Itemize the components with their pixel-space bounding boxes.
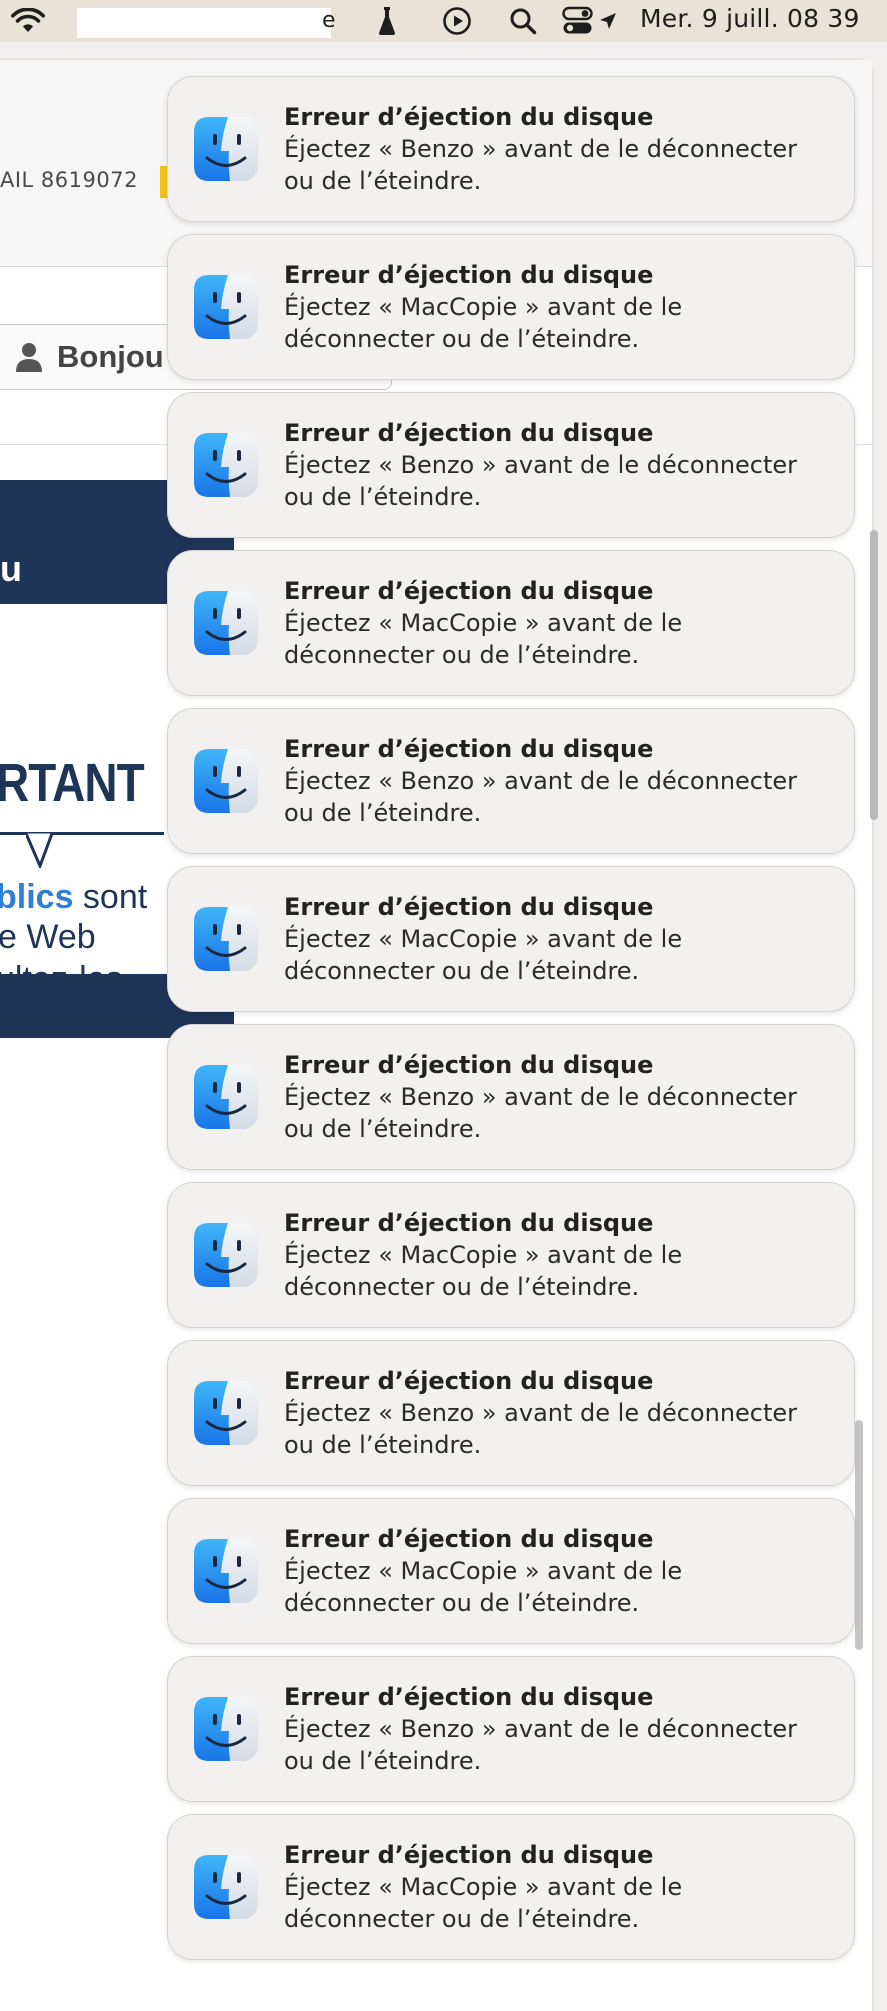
notification-title: Erreur d’éjection du disque bbox=[284, 577, 654, 605]
notification-card[interactable]: Erreur d’éjection du disque Éjectez « Ma… bbox=[167, 1498, 855, 1644]
notification-title: Erreur d’éjection du disque bbox=[284, 1525, 654, 1553]
notification-card[interactable]: Erreur d’éjection du disque Éjectez « Be… bbox=[167, 76, 855, 222]
finder-icon bbox=[194, 117, 258, 181]
notification-card[interactable]: Erreur d’éjection du disque Éjectez « Ma… bbox=[167, 1814, 855, 1960]
notification-card[interactable]: Erreur d’éjection du disque Éjectez « Be… bbox=[167, 1656, 855, 1802]
wifi-icon[interactable] bbox=[8, 6, 48, 36]
banner-highlight: blics bbox=[0, 878, 74, 916]
notification-body: Éjectez « Benzo » avant de le déconnecte… bbox=[284, 135, 798, 195]
finder-icon bbox=[194, 1697, 258, 1761]
notification-title: Erreur d’éjection du disque bbox=[284, 1841, 654, 1869]
notification-body: Éjectez « Benzo » avant de le déconnecte… bbox=[284, 767, 798, 827]
finder-icon bbox=[194, 433, 258, 497]
notification-body: Éjectez « Benzo » avant de le déconnecte… bbox=[284, 1715, 798, 1775]
finder-icon bbox=[194, 749, 258, 813]
user-icon bbox=[16, 343, 42, 372]
redacted-menu-extra bbox=[77, 8, 331, 38]
notification-body: Éjectez « MacCopie » avant de le déconne… bbox=[284, 609, 683, 669]
notification-body: Éjectez « Benzo » avant de le déconnecte… bbox=[284, 1083, 798, 1143]
scrollbar-thumb[interactable] bbox=[870, 530, 878, 820]
notification-card[interactable]: Erreur d’éjection du disque Éjectez « Be… bbox=[167, 1024, 855, 1170]
notification-card[interactable]: Erreur d’éjection du disque Éjectez « Be… bbox=[167, 708, 855, 854]
notification-card[interactable]: Erreur d’éjection du disque Éjectez « Be… bbox=[167, 1340, 855, 1486]
play-circle-icon[interactable] bbox=[440, 6, 474, 36]
speech-bubble-tail bbox=[26, 832, 54, 868]
notification-title: Erreur d’éjection du disque bbox=[284, 419, 654, 447]
banner-important-text: RTANT bbox=[0, 753, 145, 813]
notification-body: Éjectez « MacCopie » avant de le déconne… bbox=[284, 1557, 683, 1617]
notification-title: Erreur d’éjection du disque bbox=[284, 1367, 654, 1395]
notification-body: Éjectez « MacCopie » avant de le déconne… bbox=[284, 293, 683, 353]
finder-icon bbox=[194, 907, 258, 971]
finder-icon bbox=[194, 1223, 258, 1287]
notification-body: Éjectez « Benzo » avant de le déconnecte… bbox=[284, 451, 798, 511]
notification-body: Éjectez « MacCopie » avant de le déconne… bbox=[284, 1873, 683, 1933]
scrollbar-thumb-secondary[interactable] bbox=[855, 1420, 863, 1650]
notification-body: Éjectez « MacCopie » avant de le déconne… bbox=[284, 925, 683, 985]
redacted-tail-text: e bbox=[322, 8, 336, 33]
notification-card[interactable]: Erreur d’éjection du disque Éjectez « Ma… bbox=[167, 550, 855, 696]
notification-card[interactable]: Erreur d’éjection du disque Éjectez « Ma… bbox=[167, 234, 855, 380]
finder-icon bbox=[194, 1855, 258, 1919]
banner-line-2: e Web bbox=[0, 918, 96, 956]
finder-icon bbox=[194, 1065, 258, 1129]
notification-title: Erreur d’éjection du disque bbox=[284, 1683, 654, 1711]
notification-title: Erreur d’éjection du disque bbox=[284, 893, 654, 921]
finder-icon bbox=[194, 591, 258, 655]
notification-title: Erreur d’éjection du disque bbox=[284, 103, 654, 131]
notification-title: Erreur d’éjection du disque bbox=[284, 735, 654, 763]
finder-icon bbox=[194, 1539, 258, 1603]
search-icon[interactable] bbox=[506, 6, 540, 36]
notification-title: Erreur d’éjection du disque bbox=[284, 261, 654, 289]
flask-icon[interactable] bbox=[372, 6, 402, 36]
login-greeting: Bonjou bbox=[57, 339, 164, 374]
notification-card[interactable]: Erreur d’éjection du disque Éjectez « Be… bbox=[167, 392, 855, 538]
finder-icon bbox=[194, 1381, 258, 1445]
desktop: e Mer. 9 juill. 08 39 AIL 8619072 Bonjou… bbox=[0, 0, 887, 2011]
banner-line-3: ultez-les bbox=[0, 960, 123, 998]
notification-card[interactable]: Erreur d’éjection du disque Éjectez « Ma… bbox=[167, 866, 855, 1012]
notification-body: Éjectez « Benzo » avant de le déconnecte… bbox=[284, 1399, 798, 1459]
control-center-icon[interactable] bbox=[562, 6, 620, 36]
notification-title: Erreur d’éjection du disque bbox=[284, 1209, 654, 1237]
banner-line-1-rest: sont bbox=[73, 878, 148, 916]
notification-title: Erreur d’éjection du disque bbox=[284, 1051, 654, 1079]
location-arrow-icon bbox=[600, 13, 616, 29]
reference-number: AIL 8619072 bbox=[0, 168, 138, 192]
speech-bubble-line bbox=[0, 832, 164, 835]
notification-card[interactable]: Erreur d’éjection du disque Éjectez « Ma… bbox=[167, 1182, 855, 1328]
notification-body: Éjectez « MacCopie » avant de le déconne… bbox=[284, 1241, 683, 1301]
menu-bar-clock[interactable]: Mer. 9 juill. 08 39 bbox=[640, 4, 860, 33]
banner-heading-fragment: u bbox=[0, 548, 22, 589]
menu-bar: e Mer. 9 juill. 08 39 bbox=[0, 0, 887, 42]
banner-line-1: blics sont bbox=[0, 878, 147, 917]
finder-icon bbox=[194, 275, 258, 339]
